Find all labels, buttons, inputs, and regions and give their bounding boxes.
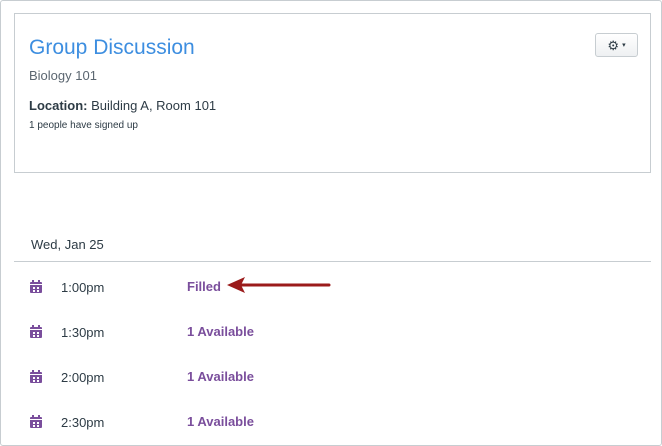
slot-status-link[interactable]: Filled (187, 279, 221, 294)
chevron-down-icon: ▾ (622, 41, 626, 49)
time-slot-row: 2:30pm 1 Available (1, 412, 662, 436)
calendar-icon (30, 370, 42, 383)
location-value: Building A, Room 101 (91, 98, 217, 113)
divider (14, 261, 651, 262)
schedule-date-heading: Wed, Jan 25 (31, 237, 104, 252)
course-name: Biology 101 (29, 68, 97, 83)
time-slot-row: 1:30pm 1 Available (1, 322, 662, 346)
slot-status-link[interactable]: 1 Available (187, 414, 254, 429)
settings-menu-button[interactable]: ⚙ ▾ (595, 33, 638, 57)
event-details-card: Group Discussion Biology 101 Location: B… (14, 13, 651, 173)
time-slot-row: 2:00pm 1 Available (1, 367, 662, 391)
gear-icon: ⚙ (607, 37, 620, 53)
slot-time: 1:00pm (61, 280, 105, 295)
calendar-icon (30, 325, 42, 338)
slot-time: 2:00pm (61, 370, 105, 385)
signup-count: 1 people have signed up (29, 120, 138, 131)
calendar-icon (30, 415, 42, 428)
slot-time: 2:30pm (61, 415, 105, 430)
calendar-icon (30, 280, 42, 293)
annotation-arrow (227, 277, 331, 293)
window-frame: Group Discussion Biology 101 Location: B… (0, 0, 662, 446)
location-label: Location: (29, 98, 88, 113)
slot-status-link[interactable]: 1 Available (187, 324, 254, 339)
slot-time: 1:30pm (61, 325, 105, 340)
event-location: Location: Building A, Room 101 (29, 98, 216, 113)
slot-status-link[interactable]: 1 Available (187, 369, 254, 384)
event-title-link[interactable]: Group Discussion (29, 36, 195, 60)
